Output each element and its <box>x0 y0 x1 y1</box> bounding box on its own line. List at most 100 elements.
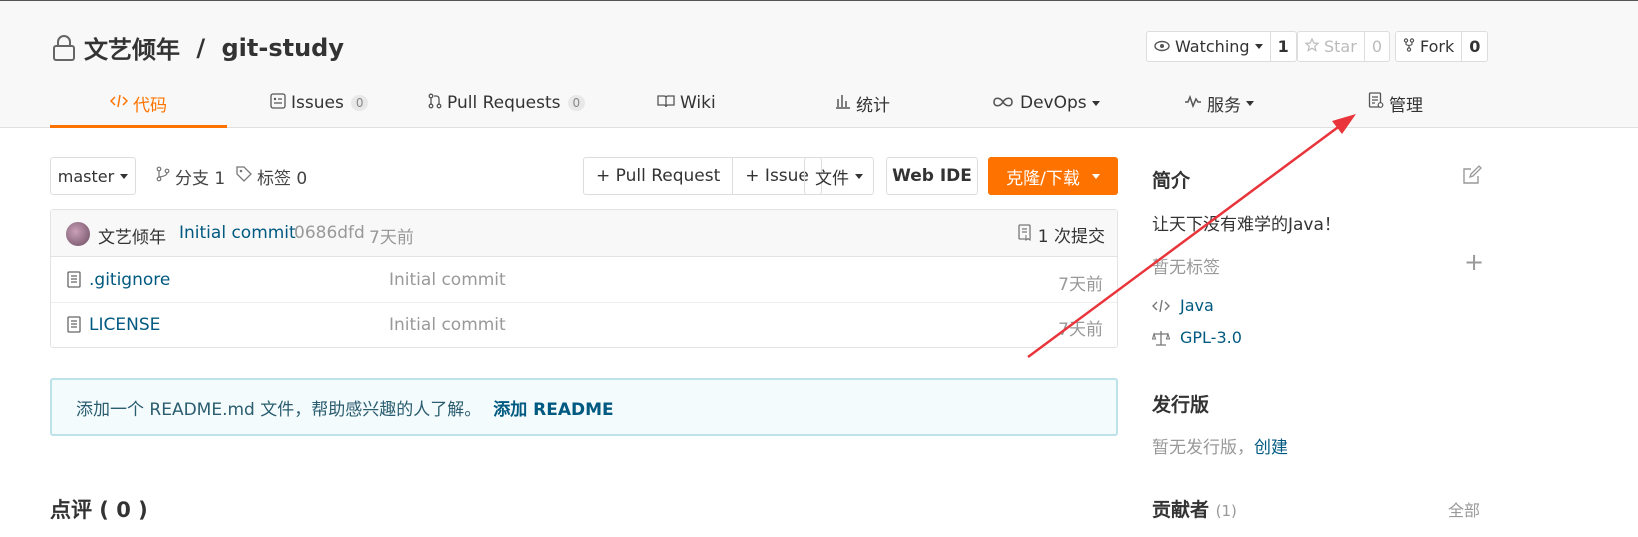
no-releases-text: 暂无发行版， <box>1152 438 1254 458</box>
tab-manage-label: 管理 <box>1389 95 1423 116</box>
chevron-down-icon <box>120 173 129 179</box>
star-button[interactable]: Star 0 <box>1297 31 1390 62</box>
intro-title: 简介 <box>1152 170 1191 192</box>
clone-download-label: 克隆/下载 <box>1006 168 1080 189</box>
add-readme-link[interactable]: 添加 README <box>493 395 613 420</box>
star-count[interactable]: 0 <box>1363 32 1389 61</box>
eye-icon <box>1154 37 1170 56</box>
tab-wiki[interactable]: Wiki <box>657 78 716 128</box>
file-name-link[interactable]: .gitignore <box>89 270 170 290</box>
file-icon <box>67 316 81 337</box>
tab-stats[interactable]: 统计 <box>835 78 890 128</box>
repo-owner-link[interactable]: 文艺倾年 <box>84 30 180 65</box>
add-tag-icon[interactable]: + <box>1464 250 1484 274</box>
code-icon <box>1152 299 1170 313</box>
chevron-down-icon <box>1091 100 1100 106</box>
tab-pull-requests[interactable]: Pull Requests 0 <box>428 78 586 128</box>
tab-issues[interactable]: Issues 0 <box>270 78 369 128</box>
files-dropdown[interactable]: 文件 <box>804 157 874 195</box>
commit-count-label: 1 次提交 <box>1037 227 1105 247</box>
contributors-title: 贡献者 (1) <box>1152 495 1237 522</box>
file-commit-message[interactable]: Initial commit <box>389 270 506 290</box>
fork-icon <box>1403 37 1415 56</box>
readme-banner-text: 添加一个 README.md 文件，帮助感兴趣的人了解。 <box>76 399 482 420</box>
chevron-down-icon <box>1246 100 1254 106</box>
branch-select[interactable]: master <box>50 157 136 195</box>
edit-icon[interactable] <box>1462 165 1482 189</box>
commit-message-link[interactable]: Initial commit <box>179 223 296 243</box>
contributors-count: (1) <box>1215 502 1237 520</box>
latest-commit-row: 文艺倾年 Initial commit 0686dfd 7天前 1 次提交 <box>51 210 1117 257</box>
file-commit-time: 7天前 <box>1058 320 1103 340</box>
scale-icon <box>1152 330 1170 346</box>
repo-header: 文艺倾年 / git-study Watching 1 Star 0 Fork <box>0 0 1638 128</box>
new-pr-issue-group: + Pull Request + Issue <box>583 157 822 195</box>
issues-icon <box>270 92 286 114</box>
file-row: LICENSE Initial commit 7天前 <box>51 303 1117 348</box>
watching-count[interactable]: 1 <box>1269 32 1296 61</box>
file-commit-time: 7天前 <box>1058 275 1103 295</box>
releases-title: 发行版 <box>1152 394 1210 416</box>
lock-icon <box>52 34 76 62</box>
chevron-down-icon <box>1091 173 1100 179</box>
language-item[interactable]: Java <box>1152 296 1214 315</box>
tab-devops[interactable]: DevOps <box>991 78 1100 128</box>
chevron-down-icon <box>1254 44 1263 49</box>
branches-label: 分支 1 <box>175 169 226 189</box>
commit-count-link[interactable]: 1 次提交 <box>1018 222 1105 247</box>
bar-chart-icon <box>835 93 851 114</box>
tab-stats-label: 统计 <box>856 95 890 116</box>
watching-button[interactable]: Watching 1 <box>1146 31 1297 62</box>
releases-info: 暂无发行版，创建 <box>1152 433 1288 458</box>
tab-code[interactable]: 代码 <box>109 78 167 128</box>
tab-devops-label: DevOps <box>1020 93 1087 113</box>
watching-label: Watching <box>1175 37 1250 56</box>
tab-code-label: 代码 <box>133 95 167 116</box>
repo-title: 文艺倾年 / git-study <box>52 30 344 65</box>
commit-time: 7天前 <box>369 228 414 248</box>
tags-link[interactable]: 标签 0 <box>236 164 307 189</box>
file-icon <box>67 271 81 292</box>
new-pull-request-button[interactable]: + Pull Request <box>584 158 732 194</box>
repo-name-link[interactable]: git-study <box>221 34 344 62</box>
code-icon <box>109 93 129 113</box>
issues-count-badge: 0 <box>350 95 369 111</box>
repo-separator: / <box>188 33 214 62</box>
fork-label: Fork <box>1420 37 1455 56</box>
tab-services-label: 服务 <box>1207 95 1241 116</box>
avatar[interactable] <box>66 222 90 246</box>
star-label: Star <box>1324 37 1357 56</box>
readme-banner: 添加一个 README.md 文件，帮助感兴趣的人了解。 添加 README <box>50 378 1118 436</box>
tab-wiki-label: Wiki <box>680 93 716 113</box>
create-release-link[interactable]: 创建 <box>1254 438 1288 458</box>
tab-pull-requests-label: Pull Requests <box>447 93 561 113</box>
web-ide-button[interactable]: Web IDE <box>886 157 978 195</box>
fork-count[interactable]: 0 <box>1461 32 1487 61</box>
star-icon <box>1304 37 1320 56</box>
branches-link[interactable]: 分支 1 <box>156 164 225 189</box>
no-tags-text: 暂无标签 <box>1152 258 1220 278</box>
tag-icon <box>236 166 252 187</box>
file-commit-message[interactable]: Initial commit <box>389 315 506 335</box>
chevron-down-icon <box>855 173 863 179</box>
language-label: Java <box>1180 296 1214 315</box>
all-contributors-link[interactable]: 全部 <box>1448 497 1480 521</box>
pull-request-icon <box>428 93 442 114</box>
clone-download-button[interactable]: 克隆/下载 <box>988 157 1118 195</box>
tags-label: 标签 0 <box>257 169 308 189</box>
license-item[interactable]: GPL-3.0 <box>1152 328 1242 347</box>
fork-button[interactable]: Fork 0 <box>1395 31 1489 62</box>
file-name-link[interactable]: LICENSE <box>89 315 160 335</box>
comments-title: 点评 ( 0 ) <box>50 498 148 522</box>
file-row: .gitignore Initial commit 7天前 <box>51 258 1117 303</box>
book-icon <box>657 93 675 113</box>
commit-hash[interactable]: 0686dfd <box>294 223 365 243</box>
repo-description: 让天下没有难学的Java！ <box>1152 215 1341 235</box>
branch-icon <box>156 166 170 187</box>
tab-services[interactable]: 服务 <box>1184 78 1254 128</box>
commit-author[interactable]: 文艺倾年 <box>98 223 166 248</box>
tab-manage[interactable]: 管理 <box>1368 78 1423 128</box>
top-border <box>0 0 1638 1</box>
license-label: GPL-3.0 <box>1180 328 1242 347</box>
pulse-icon <box>1184 93 1202 113</box>
